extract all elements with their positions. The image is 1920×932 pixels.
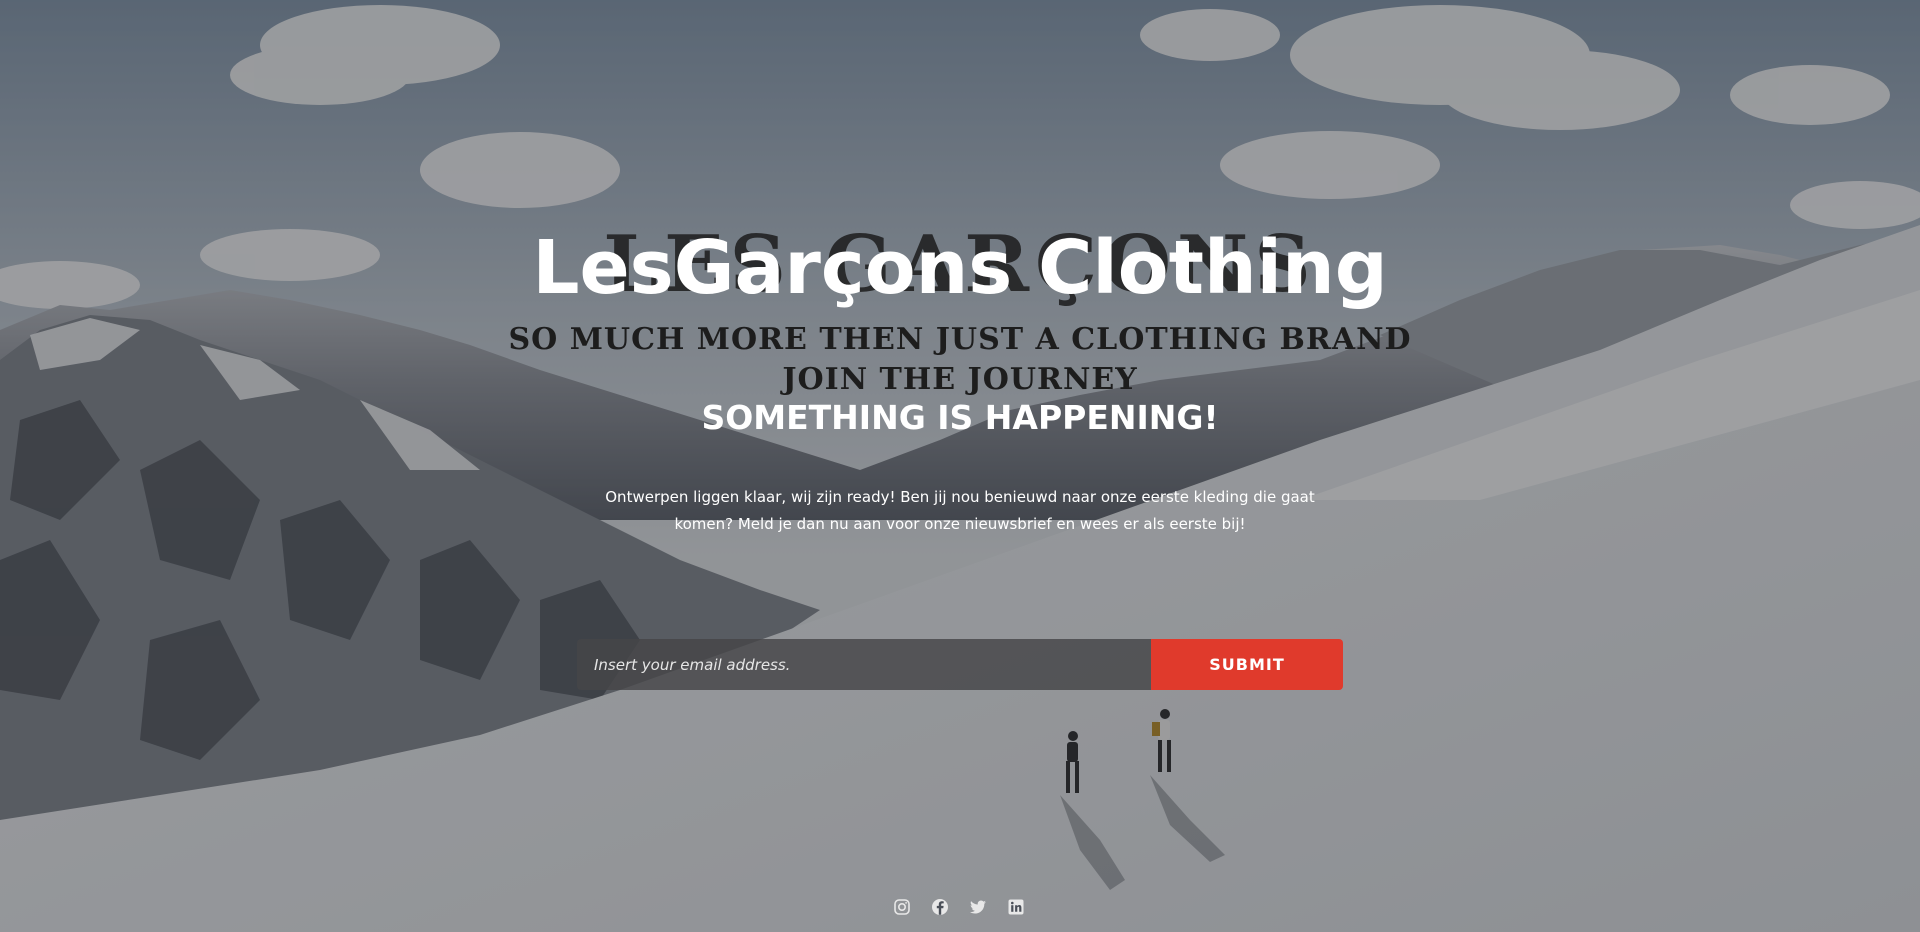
hero-content: Les Garçons LesGarçons Clothing So much … (0, 0, 1920, 932)
hero-subtitle: SOMETHING IS HAPPENING! (701, 398, 1219, 437)
hero-description: Ontwerpen liggen klaar, wij zijn ready! … (605, 488, 1315, 533)
facebook-link[interactable] (931, 898, 949, 916)
linkedin-link[interactable] (1007, 898, 1025, 916)
tagline-secondary: Join the journey (782, 362, 1138, 397)
submit-button[interactable]: SUBMIT (1151, 639, 1343, 690)
social-links (893, 898, 1025, 916)
twitter-link[interactable] (969, 898, 987, 916)
page-title: LesGarçons Clothing (532, 225, 1388, 311)
instagram-icon (894, 899, 910, 915)
twitter-icon (970, 900, 986, 914)
email-input[interactable] (577, 639, 1151, 690)
tagline-primary: So much more then just a clothing brand (508, 322, 1412, 357)
facebook-icon (932, 899, 948, 915)
instagram-link[interactable] (893, 898, 911, 916)
linkedin-icon (1008, 899, 1024, 915)
newsletter-signup-form: SUBMIT (577, 639, 1343, 690)
landing-page: Les Garçons LesGarçons Clothing So much … (0, 0, 1920, 932)
